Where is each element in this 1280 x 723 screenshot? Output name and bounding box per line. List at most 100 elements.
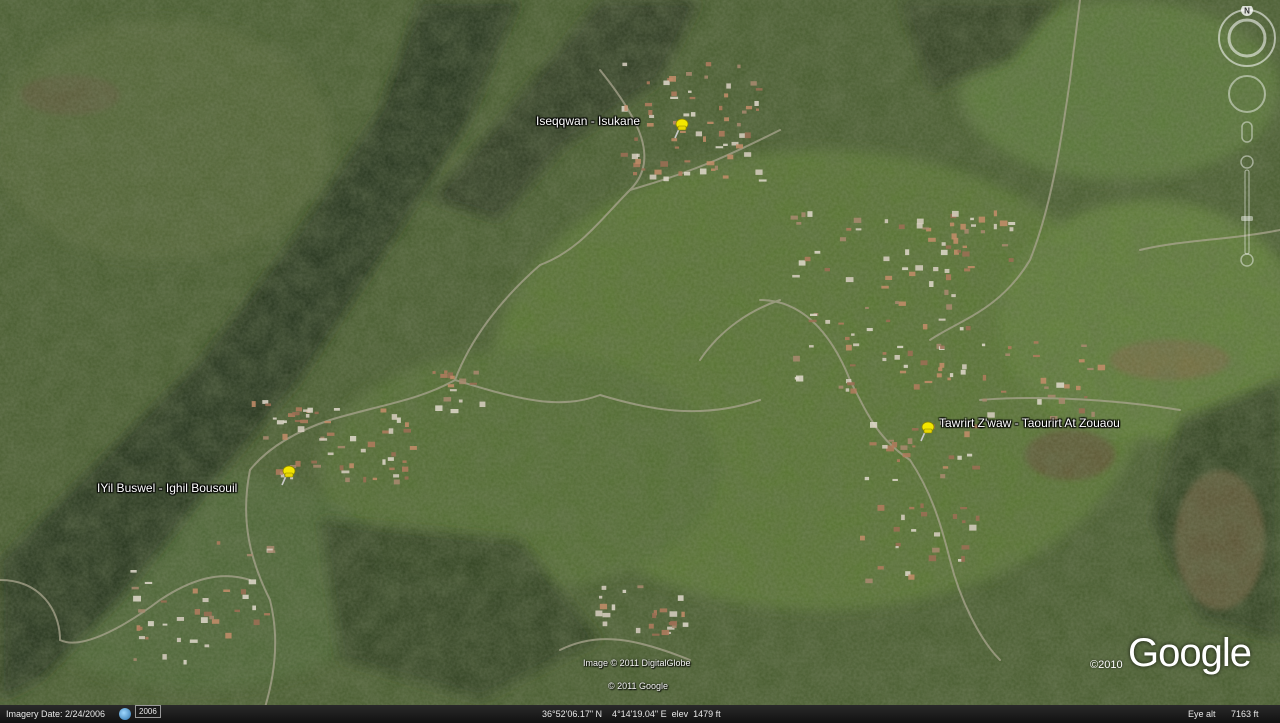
building xyxy=(902,453,911,458)
building xyxy=(936,373,942,378)
compass-north-label: N xyxy=(1244,7,1250,16)
building xyxy=(391,414,398,420)
building xyxy=(644,102,652,107)
building xyxy=(382,430,390,434)
building xyxy=(372,477,378,481)
building xyxy=(706,161,715,166)
building xyxy=(714,165,718,171)
building xyxy=(1078,359,1085,363)
building xyxy=(891,442,898,448)
copyright-year: ©2010 xyxy=(1090,659,1123,671)
building xyxy=(953,237,959,244)
imagery-date: Imagery Date: 2/24/2006 xyxy=(6,709,106,719)
building xyxy=(866,328,873,332)
building xyxy=(133,658,137,661)
building xyxy=(960,223,966,230)
building xyxy=(949,373,954,378)
building xyxy=(393,479,400,485)
building xyxy=(162,623,168,626)
building xyxy=(853,217,862,223)
building xyxy=(845,336,850,341)
historical-imagery-icon[interactable] xyxy=(119,708,131,720)
building xyxy=(690,112,696,117)
building xyxy=(646,81,650,85)
building xyxy=(404,476,409,480)
building xyxy=(1097,364,1106,371)
building xyxy=(814,250,821,254)
building xyxy=(624,105,628,111)
navigation-controls[interactable]: N xyxy=(1216,6,1278,271)
placemark-label-iseqqwan[interactable]: Iseqqwan - Isukane xyxy=(536,114,640,128)
building xyxy=(907,438,913,444)
building xyxy=(203,611,212,617)
building xyxy=(933,267,939,272)
building xyxy=(909,506,915,510)
history-year-button[interactable]: 2006 xyxy=(135,705,161,718)
look-joystick-icon[interactable] xyxy=(1228,75,1266,113)
building xyxy=(387,457,394,461)
building xyxy=(885,275,893,280)
building xyxy=(382,459,386,465)
building xyxy=(637,585,644,589)
building xyxy=(670,96,679,99)
pushpin-icon[interactable] xyxy=(276,463,298,489)
building xyxy=(845,277,854,283)
building xyxy=(947,377,951,381)
building xyxy=(305,414,310,418)
building xyxy=(704,75,708,79)
building xyxy=(929,281,934,287)
building xyxy=(276,420,284,425)
building xyxy=(742,110,747,114)
building xyxy=(909,271,916,277)
building xyxy=(246,553,253,557)
satellite-imagery[interactable] xyxy=(0,0,1280,723)
compass-icon[interactable]: N xyxy=(1218,6,1276,67)
pushpin-icon[interactable] xyxy=(669,116,691,142)
building xyxy=(969,524,977,531)
pushpin-icon[interactable] xyxy=(915,419,937,445)
building xyxy=(699,168,707,175)
building xyxy=(755,169,763,175)
building xyxy=(707,121,714,124)
building xyxy=(912,445,916,448)
building xyxy=(723,143,728,146)
building xyxy=(850,388,857,394)
building xyxy=(131,586,139,590)
building xyxy=(903,364,908,368)
building xyxy=(895,546,899,549)
building xyxy=(1078,408,1085,414)
building xyxy=(960,369,966,375)
building xyxy=(804,256,811,262)
building xyxy=(736,122,741,127)
google-logo: Google xyxy=(1128,631,1252,675)
building xyxy=(913,384,920,390)
building xyxy=(962,251,970,257)
building xyxy=(962,245,967,248)
building xyxy=(972,465,981,470)
map-viewport[interactable]: Iseqqwan - Isukane Tawrirt Z'waw - Taour… xyxy=(0,0,1280,723)
building xyxy=(341,470,350,474)
building xyxy=(622,62,628,67)
building xyxy=(391,452,396,457)
placemark-label-tawrirt[interactable]: Tawrirt Z'waw - Taourirt At Zouaou xyxy=(939,416,1120,430)
building xyxy=(367,441,376,448)
move-joystick-icon[interactable] xyxy=(1241,121,1253,143)
zoom-slider-icon[interactable] xyxy=(1240,155,1254,267)
building xyxy=(162,654,167,660)
building xyxy=(724,117,729,122)
building xyxy=(324,421,331,424)
building xyxy=(183,659,187,665)
building xyxy=(922,227,929,230)
building xyxy=(449,389,457,392)
building xyxy=(907,350,913,357)
building xyxy=(916,223,923,229)
building xyxy=(882,352,887,355)
building xyxy=(648,110,653,116)
building xyxy=(882,357,887,362)
building xyxy=(240,589,246,595)
building xyxy=(669,76,676,82)
placemark-label-iyil-buswel[interactable]: IYil Buswel - Ighil Bousouil xyxy=(97,481,237,495)
building xyxy=(145,636,149,640)
building xyxy=(130,570,137,573)
building xyxy=(677,595,684,601)
